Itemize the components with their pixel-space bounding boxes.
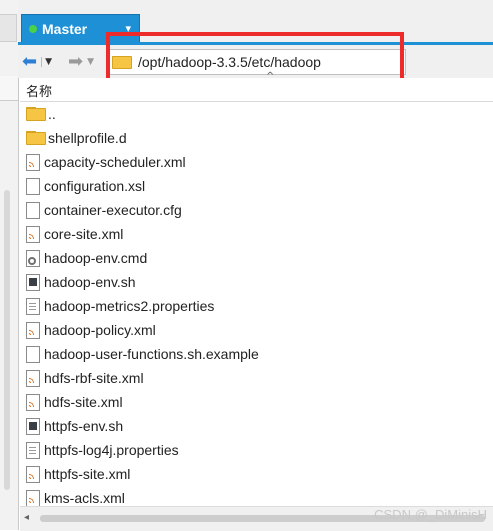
shell-file-icon <box>26 417 40 435</box>
file-row[interactable]: .. <box>20 102 493 126</box>
file-row[interactable]: hadoop-policy.xml <box>20 318 493 342</box>
file-row[interactable]: configuration.xsl <box>20 174 493 198</box>
file-name: core-site.xml <box>44 226 124 242</box>
connection-status-icon <box>29 24 37 33</box>
properties-file-icon <box>26 441 40 459</box>
left-header-fragment <box>0 76 18 101</box>
left-scrollbar[interactable] <box>4 190 10 490</box>
xml-file-icon <box>26 369 40 387</box>
xml-file-icon <box>26 321 40 339</box>
file-name: httpfs-site.xml <box>44 466 131 482</box>
scroll-left-icon[interactable]: ◂ <box>24 512 29 523</box>
file-row[interactable]: httpfs-log4j.properties <box>20 438 493 462</box>
left-panel-fragment <box>0 0 19 530</box>
file-row[interactable]: hadoop-env.cmd <box>20 246 493 270</box>
shell-file-icon <box>26 273 40 291</box>
file-row[interactable]: kms-acls.xml <box>20 486 493 506</box>
list-header: 名称 <box>20 78 493 102</box>
file-icon <box>26 345 40 363</box>
file-name: hdfs-rbf-site.xml <box>44 370 144 386</box>
file-name: httpfs-env.sh <box>44 418 124 434</box>
file-row[interactable]: hdfs-site.xml <box>20 390 493 414</box>
xml-file-icon <box>26 153 40 171</box>
watermark: CSDN @_DiMinisH <box>374 507 487 522</box>
file-row[interactable]: shellprofile.d <box>20 126 493 150</box>
folder-icon <box>26 107 46 121</box>
file-row[interactable]: hdfs-rbf-site.xml <box>20 366 493 390</box>
xml-file-icon <box>26 393 40 411</box>
file-name: hadoop-env.cmd <box>44 250 148 266</box>
file-row[interactable]: hadoop-env.sh <box>20 270 493 294</box>
xml-file-icon <box>26 465 40 483</box>
file-name: container-executor.cfg <box>44 202 182 218</box>
file-name: hadoop-metrics2.properties <box>44 298 215 314</box>
xml-file-icon <box>26 225 40 243</box>
folder-icon <box>26 131 46 145</box>
file-name: hadoop-policy.xml <box>44 322 156 338</box>
file-name: hadoop-user-functions.sh.example <box>44 346 259 362</box>
column-header-name[interactable]: 名称 <box>26 81 52 100</box>
file-name: capacity-scheduler.xml <box>44 154 186 170</box>
forward-button[interactable]: ➡ ▼ <box>68 51 94 73</box>
file-name: .. <box>48 106 56 122</box>
tab-label: Master <box>42 20 88 37</box>
file-row[interactable]: hadoop-user-functions.sh.example <box>20 342 493 366</box>
xml-file-icon <box>26 489 40 506</box>
forward-dropdown-icon[interactable]: ▼ <box>87 57 94 67</box>
left-tab-fragment[interactable] <box>0 14 17 42</box>
file-row[interactable]: capacity-scheduler.xml <box>20 150 493 174</box>
file-row[interactable]: httpfs-site.xml <box>20 462 493 486</box>
file-name: configuration.xsl <box>44 178 146 194</box>
file-icon <box>26 177 40 195</box>
file-name: hadoop-env.sh <box>44 274 136 290</box>
cmd-file-icon <box>26 249 40 267</box>
back-button[interactable]: ⬅ ▼ <box>22 51 52 73</box>
back-dropdown-icon[interactable]: ▼ <box>41 57 52 67</box>
file-row[interactable]: hadoop-metrics2.properties <box>20 294 493 318</box>
file-row[interactable]: core-site.xml <box>20 222 493 246</box>
arrow-right-icon: ➡ <box>68 51 84 72</box>
file-name: hdfs-site.xml <box>44 394 123 410</box>
file-name: httpfs-log4j.properties <box>44 442 179 458</box>
properties-file-icon <box>26 297 40 315</box>
file-name: kms-acls.xml <box>44 490 125 506</box>
file-icon <box>26 201 40 219</box>
arrow-left-icon: ⬅ <box>22 51 38 72</box>
file-name: shellprofile.d <box>48 130 127 146</box>
file-row[interactable]: container-executor.cfg <box>20 198 493 222</box>
file-row[interactable]: httpfs-env.sh <box>20 414 493 438</box>
file-list: .. shellprofile.d capacity-scheduler.xml co… <box>20 102 493 506</box>
